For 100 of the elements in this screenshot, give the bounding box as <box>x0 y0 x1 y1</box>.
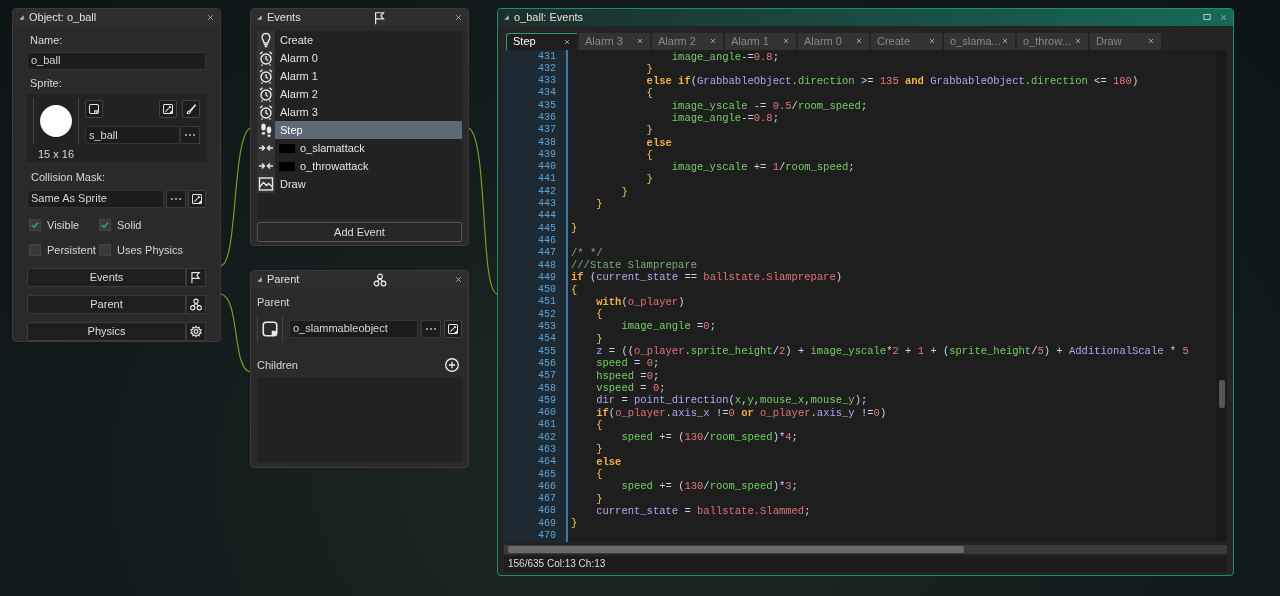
code-line: else if(GrabbableObject.direction >= 135 and GrabbableObject.direction <= 180) <box>645 75 1140 88</box>
line-number: 445 <box>538 222 556 235</box>
code-line: speed = 0; <box>595 357 661 370</box>
line-number: 439 <box>538 148 556 162</box>
line-number: 470 <box>538 530 556 543</box>
editor-tab[interactable]: o_throw... <box>1017 32 1088 50</box>
code-line: } <box>595 198 604 211</box>
line-number: 451 <box>538 296 556 309</box>
code-line: { <box>595 468 604 481</box>
field-label: Children <box>257 357 298 373</box>
code-line: } <box>595 443 604 456</box>
code-line: vspeed = 0; <box>595 381 667 395</box>
window-title: Object: o_ball <box>29 10 97 26</box>
collision-mask-dropdown[interactable]: Same As Sprite <box>27 189 164 208</box>
code-line: } <box>595 332 604 346</box>
event-item[interactable]: Draw <box>257 175 462 193</box>
line-number: 457 <box>538 370 556 383</box>
line-number: 459 <box>538 394 556 408</box>
line-number: 453 <box>538 321 556 334</box>
code-line: image_angle =0; <box>620 320 717 333</box>
code-line: { <box>595 308 604 321</box>
field-label: Collision Mask: <box>31 170 106 185</box>
panel-button[interactable]: Physics <box>27 321 186 341</box>
code-line: } <box>645 124 654 137</box>
code-line: } <box>645 62 654 76</box>
code-line: ///State Slamprepare <box>571 258 699 272</box>
line-number: 436 <box>538 112 556 125</box>
field-label: Parent <box>257 295 291 310</box>
name-field[interactable]: o_ball <box>27 51 206 70</box>
code-line: image_angle-=0.8; <box>670 112 780 125</box>
line-number: 458 <box>538 382 556 395</box>
sprite-field[interactable]: s_ball <box>85 126 180 144</box>
code-line: z = ((o_player.sprite_height/2) + image_yscale*2 + 1 + (sprite_height/5) + AdditionalScale * 5 <box>595 345 1190 358</box>
line-number: 468 <box>538 505 556 518</box>
editor-tab[interactable]: Alarm 2 <box>652 32 723 50</box>
editor-tab[interactable]: Alarm 0 <box>798 32 869 50</box>
line-number: 431 <box>538 50 556 63</box>
event-item[interactable]: Step <box>257 121 462 139</box>
line-number: 448 <box>538 259 556 272</box>
line-number: 435 <box>538 99 556 112</box>
code-line: } <box>571 222 579 235</box>
line-number: 447 <box>538 247 556 260</box>
status-bar: 156/635 Col:13 Ch:13 <box>504 555 1227 572</box>
code-line: else <box>595 455 623 468</box>
line-number: 460 <box>538 407 556 420</box>
event-item[interactable]: Alarm 0 <box>257 49 462 67</box>
editor-tab[interactable]: Draw <box>1090 32 1161 50</box>
panel-button[interactable]: Events <box>27 267 186 287</box>
window-title: Parent <box>267 272 300 288</box>
line-number: 441 <box>538 173 556 186</box>
code-line: if(o_player.axis_x !=0 or o_player.axis_y !=0) <box>595 406 888 419</box>
code-line: image_yscale -= 0.5/room_speed; <box>670 99 869 112</box>
line-number: 455 <box>538 345 556 358</box>
event-item[interactable]: Alarm 1 <box>257 67 462 85</box>
event-item[interactable]: o_slamattack <box>257 139 462 157</box>
editor-tab[interactable]: Alarm 1 <box>725 32 796 50</box>
line-number: 450 <box>538 284 556 297</box>
code-line: /* */ <box>571 246 604 259</box>
code-line: image_yscale += 1/room_speed; <box>670 161 856 174</box>
code-line: } <box>571 517 579 530</box>
add-event-button[interactable]: Add Event <box>257 222 462 242</box>
window-title: Events <box>267 10 301 26</box>
checkbox-label: Uses Physics <box>117 243 184 258</box>
code-line: else <box>645 136 673 149</box>
line-number: 454 <box>538 333 556 346</box>
line-number: 433 <box>538 75 556 88</box>
line-number: 438 <box>538 136 556 149</box>
line-number: 444 <box>538 210 556 223</box>
code-line: { <box>595 418 604 432</box>
code-line: current_state = ballstate.Slammed; <box>595 504 812 518</box>
editor-tab[interactable]: o_slama... <box>944 32 1015 50</box>
event-item[interactable]: Alarm 3 <box>257 103 462 121</box>
parent-field[interactable]: o_slammableobject <box>289 319 418 338</box>
line-number: 464 <box>538 456 556 469</box>
line-number: 462 <box>538 431 556 444</box>
line-number: 432 <box>538 62 556 76</box>
code-line: } <box>620 185 629 199</box>
line-number: 469 <box>538 517 556 531</box>
code-line: if (current_state == ballstate.Slamprepare) <box>571 271 843 284</box>
code-line: image_angle-=0.8; <box>670 50 780 63</box>
line-number: 466 <box>538 480 556 494</box>
editor-tab[interactable]: Create <box>871 32 942 50</box>
line-number: 442 <box>538 185 556 199</box>
event-item[interactable]: o_throwattack <box>257 157 462 175</box>
line-number: 443 <box>538 198 556 211</box>
line-number: 446 <box>538 234 556 248</box>
line-number: 456 <box>538 357 556 371</box>
sprite-size: 15 x 16 <box>37 146 75 162</box>
editor-tab[interactable]: Alarm 3 <box>579 32 650 50</box>
code-line: speed += (130/room_speed)*3; <box>620 480 799 493</box>
code-line: hspeed =0; <box>595 369 661 382</box>
line-number: 467 <box>538 493 556 506</box>
checkbox-label: Persistent <box>47 243 96 258</box>
event-item[interactable]: Create <box>257 31 462 49</box>
panel-button[interactable]: Parent <box>27 294 186 314</box>
code-line: with(o_player) <box>595 295 686 309</box>
line-number: 440 <box>538 161 556 174</box>
line-number: 437 <box>538 124 556 137</box>
editor-tab[interactable]: Step <box>506 32 577 50</box>
event-item[interactable]: Alarm 2 <box>257 85 462 103</box>
